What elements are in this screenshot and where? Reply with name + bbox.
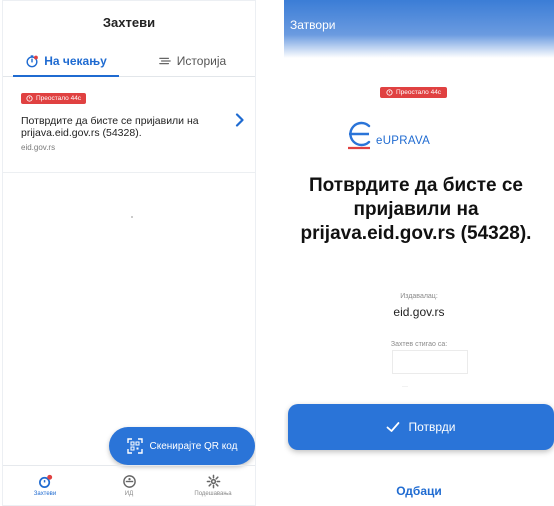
tab-pending[interactable]: На чекању — [3, 45, 129, 77]
gear-icon — [206, 474, 220, 489]
tab-bar: На чекању Историја — [3, 45, 255, 77]
nav-id[interactable]: ИД — [87, 466, 171, 505]
countdown-text: Преостало 44с — [396, 89, 442, 96]
request-from-label: Захтев стигао са: — [390, 341, 448, 348]
faint-separator: ··· — [402, 384, 408, 390]
nav-requests-label: Захтеви — [33, 491, 57, 497]
reject-button[interactable]: Одбаци — [284, 484, 554, 498]
id-icon — [122, 475, 136, 488]
tab-history-label: Историја — [176, 53, 227, 68]
logo-text: eUPRAVA — [376, 135, 431, 147]
loading-dot — [131, 216, 133, 218]
nav-settings[interactable]: Подешавања — [171, 466, 255, 505]
page-title: Захтеви — [102, 15, 156, 30]
timer-icon — [386, 89, 393, 96]
timer-icon — [26, 95, 33, 102]
bottom-nav: Захтеви ИД Подешавања — [3, 465, 255, 505]
confirm-title: Потврдите да бисте се пријавили на prija… — [284, 174, 554, 246]
euprava-logo-icon — [348, 121, 371, 150]
filter-lines-icon — [158, 57, 171, 64]
qr-scan-icon — [126, 438, 143, 454]
nav-id-label: ИД — [124, 491, 134, 497]
chevron-right-icon — [235, 113, 244, 127]
close-button[interactable]: Затвори — [290, 18, 335, 32]
confirm-header: Затвори — [284, 0, 554, 58]
request-title: Потврдите да бисте се пријавили на prija… — [21, 115, 199, 139]
check-icon — [387, 422, 400, 432]
issuer-label: Издавалац: — [400, 293, 438, 300]
scan-qr-button[interactable]: Скенирајте QR код — [109, 427, 255, 465]
nav-requests[interactable]: Захтеви — [3, 466, 87, 505]
nav-settings-label: Подешавања — [194, 491, 232, 497]
request-from-value — [392, 350, 468, 374]
euprava-logo: eUPRAVA — [344, 117, 430, 151]
request-list-item[interactable]: Преостало 44с Потврдите да бисте се приј… — [3, 89, 255, 173]
issuer-value: eid.gov.rs — [393, 305, 445, 319]
countdown-text: Преостало 44с — [36, 95, 82, 102]
confirm-button[interactable]: Потврди — [288, 404, 554, 450]
countdown-badge: Преостало 44с — [21, 93, 87, 104]
requests-screen: Захтеви На чекању Историја Преостало 44с — [2, 0, 256, 506]
confirm-screen: Затвори Преостало 44с eUPRAVA Потврдите … — [284, 0, 554, 506]
tab-pending-label: На чекању — [44, 53, 107, 68]
confirm-title-text: Потврдите да бисте се пријавили на prija… — [300, 175, 532, 244]
request-domain: eid.gov.rs — [21, 143, 56, 152]
stopwatch-icon — [26, 54, 39, 67]
confirm-label: Потврди — [408, 420, 456, 434]
scan-qr-label: Скенирајте QR код — [149, 440, 238, 452]
countdown-badge: Преостало 44с — [380, 87, 448, 98]
tab-history[interactable]: Историја — [129, 45, 255, 76]
requests-icon — [38, 474, 52, 488]
